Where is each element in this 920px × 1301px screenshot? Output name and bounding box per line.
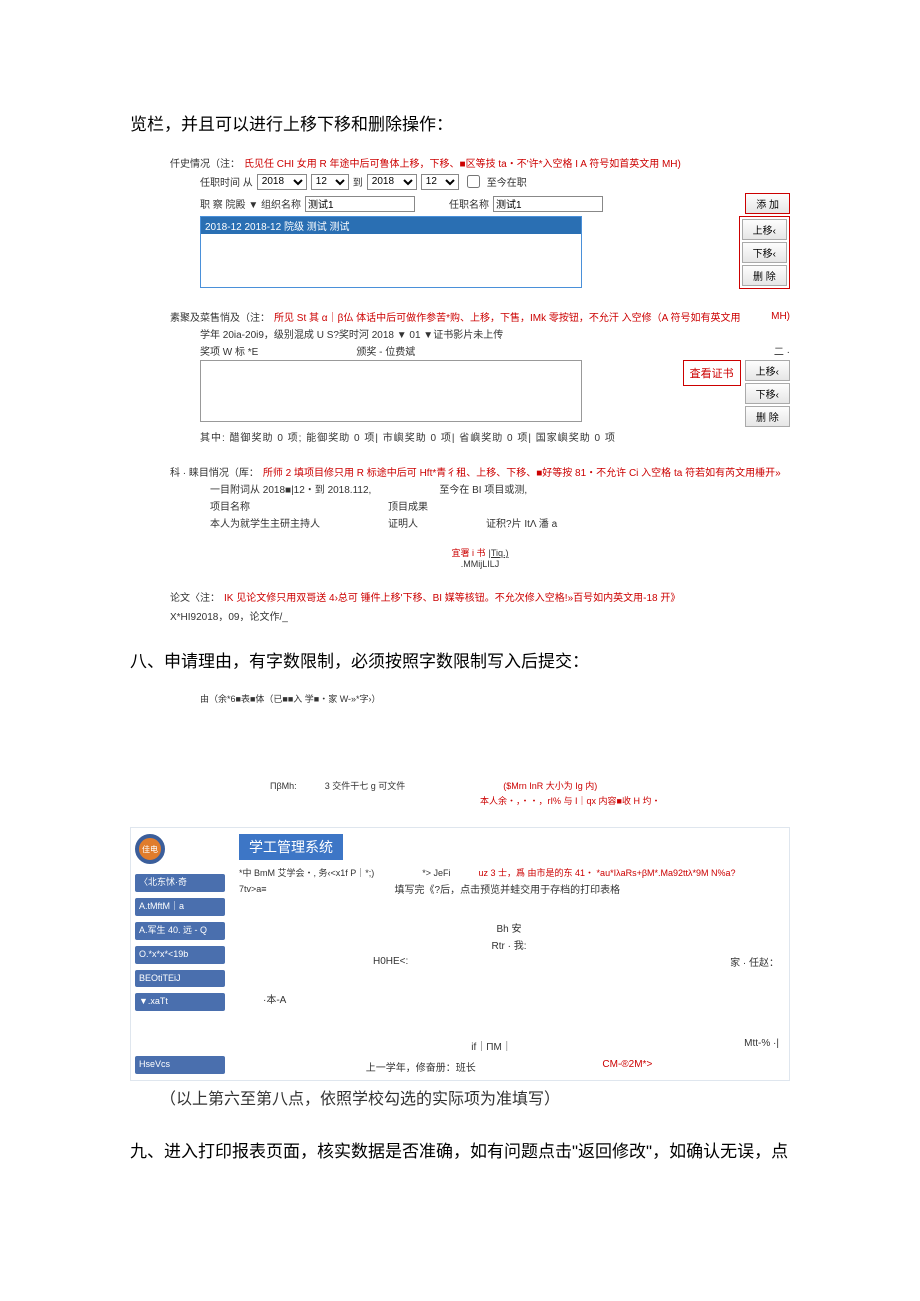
award-note-prefix: 素聚及菜售悄及（注： (170, 309, 270, 324)
below-app-note: （以上第六至第八点，依照学校勾选的实际项为准填写） (160, 1085, 790, 1109)
proj-r3c: 证积?片 ItΛ 潘 a (486, 515, 557, 530)
app-greet: 填写完《?后，点击预览并蛙交用于存档的打印表格 (395, 881, 621, 896)
view-cert-button[interactable]: 査看证书 (683, 360, 741, 386)
award-note-suffix: MH) (771, 311, 790, 322)
emp-time-label: 任职时间 从 (200, 174, 253, 189)
paper-panel: 论文〈注： IK 见论文修只用双哥送 4›总可 锤件上移'下移、BI 媒等核钮。… (170, 589, 790, 623)
app-sidebar: 佳电 〈北东怵·奇 A.tMftM｜a A.军生 40. 远 - Q O.*x*… (131, 828, 229, 1080)
paper-red: IK 见论文修只用双哥送 4›总可 锤件上移'下移、BI 媒等核钮。不允次修入空… (224, 589, 680, 604)
proj-r1b: 至今在 BI 项目或测, (439, 481, 527, 496)
paper-prefix: 论文〈注： (170, 589, 220, 604)
emp-name-label: 任职名称 (449, 196, 489, 211)
paper-suffix: X*HI92018，09，论文作/_ (170, 608, 288, 623)
award-down-button[interactable]: 下移‹ (745, 383, 790, 404)
sidebar-item-1[interactable]: 〈北东怵·奇 (135, 874, 225, 892)
app-l1a: *中 BmM 艾学会・, 务‹<x1f P｜*;) (239, 866, 374, 879)
proj-center1-link[interactable]: |Tiq.) (489, 548, 509, 558)
logo-icon: 佳电 (135, 834, 165, 864)
emp-to: 到 (353, 174, 363, 189)
award-note-red: 所见 St 其 α｜β仏 体话中后可做作参苦*购、上移，下售，IMk 零按钮，不… (274, 309, 741, 324)
employment-panel: 仟史情况（注： 氏见任 CHI 女用 R 年途中后可鲁体上移，下移、■区等技 t… (170, 155, 790, 289)
sec8-l2c: ($Mrn InR 大小为 Ig 内) (503, 779, 597, 792)
award-l3c: 二 · (774, 343, 790, 358)
move-up-button[interactable]: 上移‹ (742, 219, 787, 240)
sidebar-item-6[interactable]: ▼.xaTt (135, 993, 225, 1011)
sec8-l2a: ΠβMh: (270, 781, 297, 791)
proj-note-red: 所师 2 填项目修只用 R 标途中后可 Hft*青彳租、上移、下移、■好等按 8… (263, 464, 781, 479)
sidebar-item-2[interactable]: A.tMftM｜a (135, 898, 225, 916)
app-title: 学工管理系统 (239, 834, 343, 860)
emp-mon-to[interactable]: 12 (421, 174, 459, 190)
award-up-button[interactable]: 上移‹ (745, 360, 790, 381)
award-line2: 学年 20ia-20i9，级别混成 U S?奖时河 2018 ▼ 01 ▼证书影… (200, 326, 790, 341)
emp-year-to[interactable]: 2018 (367, 174, 417, 190)
emp-pos-label: 职 察 院殿 ▼ 组织名称 (200, 196, 301, 211)
sidebar-item-4[interactable]: O.*x*x*<19b (135, 946, 225, 964)
proj-center1-red: 宜署 i 书 (451, 548, 485, 558)
app-bh: Bh 安 (496, 920, 521, 935)
award-counts: 其中: 醋御奖助 0 项; 能御奖助 0 项| 市嶼奖助 0 项| 省嶼奖助 0… (200, 429, 790, 444)
sec8-l1: 由（余*6■表■体（已■■入 学■・家 W-»*字›） (200, 692, 790, 705)
award-l3a: 奖项 W 标 *E (200, 343, 258, 358)
award-l3b: 颁奖 - 位费斌 (356, 343, 415, 358)
emp-ongoing-checkbox[interactable] (467, 175, 480, 188)
proj-r3b: 证明人 (388, 515, 418, 530)
page-heading-8: 八、申请理由，有字数限制，必须按照字数限制写入后提交： (130, 647, 790, 672)
page-heading-7: 览栏，并且可以进行上移下移和删除操作： (130, 110, 790, 135)
app-l2: 7tv>a≡ (239, 884, 267, 894)
sec8-l2b: 3 交件干七 g 可文件 (325, 779, 406, 792)
app-foot-c: if｜ΠM｜ (471, 1038, 512, 1053)
proj-r2a: 项目名称 (210, 498, 250, 513)
app-logo: 佳电 (135, 834, 225, 864)
award-list[interactable] (200, 360, 582, 422)
proj-center2: .MMijLILJ (170, 559, 790, 569)
emp-note-red: 氏见任 CHI 女用 R 年途中后可鲁体上移，下移、■区等技 ta・不'许*入空… (244, 155, 681, 170)
app-foot2b: CM-®2M*> (602, 1059, 652, 1074)
emp-mon-from[interactable]: 12 (311, 174, 349, 190)
proj-r3a: 本人为就学生主研主持人 (210, 515, 320, 530)
sidebar-item-7[interactable]: HseVcs (135, 1056, 225, 1074)
sidebar-item-3[interactable]: A.军生 40. 远 - Q (135, 922, 225, 940)
sidebar-item-5[interactable]: BEOtiTEiJ (135, 970, 225, 988)
app-rtr: Rtr · 我: (492, 937, 527, 952)
add-button[interactable]: 添 加 (745, 193, 790, 214)
move-down-button[interactable]: 下移‹ (742, 242, 787, 263)
emp-list[interactable]: 2018-12 2018-12 院级 测试 测试 (200, 216, 582, 288)
page-heading-9: 九、进入打印报表页面，核实数据是否准确，如有问题点击"返回修改"，如确认无误，点 (130, 1137, 790, 1162)
emp-org-name-input[interactable] (305, 196, 415, 212)
awards-panel: 素聚及菜售悄及（注： 所见 St 其 α｜β仏 体话中后可做作参苦*购、上移，下… (170, 309, 790, 444)
emp-ongoing-label: 至今在职 (487, 174, 527, 189)
app-l1b: *> JeFi (422, 868, 450, 878)
app-main: 学工管理系统 *中 BmM 艾学会・, 务‹<x1f P｜*;) *> JeFi… (229, 828, 789, 1080)
app-window: 佳电 〈北东怵·奇 A.tMftM｜a A.军生 40. 远 - Q O.*x*… (130, 827, 790, 1081)
emp-list-selected[interactable]: 2018-12 2018-12 院级 测试 测试 (201, 217, 581, 234)
project-panel: 科 · 睐目悄况（厍： 所师 2 填项目修只用 R 标途中后可 Hft*青彳租、… (170, 464, 790, 569)
app-foot2a: 上一学年，修奋册：班长 (366, 1059, 476, 1074)
app-home-right: 家 · 任赵： (730, 954, 779, 969)
app-home: H0HE<: (373, 956, 408, 967)
proj-r1: 一目附词从 2018■|12・到 2018.112, (210, 481, 371, 496)
app-l1c: uz 3 士，爲 由市是的东 41・ *au*IλaRs+βM*.Ma92ttλ… (479, 866, 736, 879)
app-foot-r: Mtt-% ·| (744, 1038, 779, 1053)
emp-name-input[interactable] (493, 196, 603, 212)
sec8-l3: 本人余・，・・，rI% 与 I｜qx 内容■收 H 圴・ (480, 794, 790, 807)
delete-button[interactable]: 删 除 (742, 265, 787, 286)
emp-year-from[interactable]: 2018 (257, 174, 307, 190)
emp-note-prefix: 仟史情况（注： (170, 155, 240, 170)
proj-r2b: 顶目成果 (388, 498, 428, 513)
sec8-panel: 由（余*6■表■体（已■■入 学■・家 W-»*字›） ΠβMh: 3 交件干七… (170, 692, 790, 807)
proj-note-prefix: 科 · 睐目悄况（厍： (170, 464, 259, 479)
app-ba: ·本-A (263, 991, 286, 1006)
award-delete-button[interactable]: 删 除 (745, 406, 790, 427)
